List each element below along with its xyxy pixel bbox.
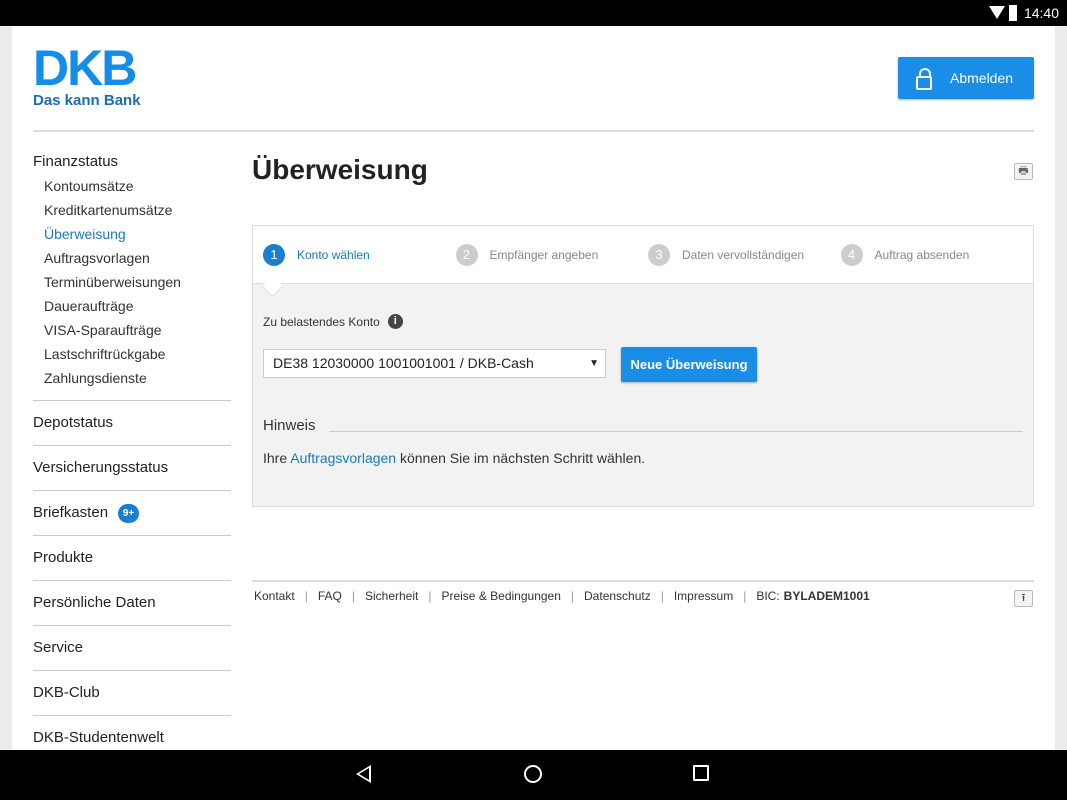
- sidebar-section-label: Service: [33, 639, 84, 656]
- sidebar-section-label: Briefkasten: [33, 504, 109, 521]
- status-bar: 14:40: [0, 0, 1067, 26]
- scroll-top-button[interactable]: ⭱: [1014, 590, 1033, 607]
- logo-text: DKB: [33, 40, 137, 96]
- dkb-logo[interactable]: DKB Das kann Bank: [33, 40, 141, 109]
- separator: |: [570, 589, 575, 603]
- separator: |: [351, 589, 355, 603]
- account-select[interactable]: DE38 12030000 1001001001 / DKB-Cash ▼: [263, 349, 606, 378]
- page-title: Überweisung: [252, 154, 428, 185]
- unlock-icon: [916, 68, 932, 90]
- new-transfer-button[interactable]: Neue Überweisung: [621, 347, 757, 382]
- footer-link[interactable]: Datenschutz: [584, 589, 651, 603]
- sidebar-subitem[interactable]: Auftragsvorlagen: [33, 246, 231, 270]
- stepper: 1 Konto wählen 2 Empfänger angeben 3 Daten ve…: [253, 226, 1033, 284]
- separator: |: [660, 589, 664, 603]
- bic-label: BIC:: [756, 589, 780, 603]
- sidebar-section[interactable]: Versicherungsstatus: [33, 445, 231, 490]
- footer-link[interactable]: Sicherheit: [365, 589, 418, 603]
- sidebar-section[interactable]: Persönliche Daten: [33, 580, 231, 625]
- footer-link[interactable]: Preise & Bedingungen: [441, 589, 560, 603]
- step-label: Konto wählen: [297, 247, 370, 262]
- sidebar-subitem[interactable]: Daueraufträge: [33, 294, 231, 318]
- step-label: Daten vervollständigen: [682, 247, 805, 262]
- sidebar-section-label: Persönliche Daten: [33, 594, 156, 611]
- clock: 14:40: [1023, 5, 1059, 21]
- account-label: Zu belastendes Konto: [263, 314, 380, 329]
- print-button[interactable]: 🖶: [1014, 163, 1033, 180]
- step-1[interactable]: 1 Konto wählen: [263, 243, 456, 266]
- transfer-panel: 1 Konto wählen 2 Empfänger angeben 3 Daten ve…: [252, 225, 1034, 507]
- sidebar-subitem[interactable]: VISA-Sparaufträge: [33, 318, 231, 342]
- separator: |: [428, 589, 432, 603]
- page: DKB Das kann Bank Abmelden Finanzstatus …: [12, 26, 1055, 750]
- sidebar-section[interactable]: Produkte: [33, 535, 231, 580]
- sidebar-section-label: Versicherungsstatus: [33, 459, 169, 476]
- separator: |: [304, 589, 308, 603]
- sidebar-section-label: Depotstatus: [33, 414, 114, 431]
- wifi-icon: [989, 6, 1005, 19]
- logout-label: Abmelden: [950, 70, 1014, 86]
- info-icon[interactable]: i: [387, 314, 403, 329]
- hint-text: Ihre Auftragsvorlagen können Sie im näch…: [263, 450, 645, 466]
- footer: Kontakt | FAQ | Sicherheit | Preise & Bedingun…: [254, 589, 870, 603]
- logo-tagline: Das kann Bank: [33, 92, 141, 109]
- recents-icon[interactable]: [693, 765, 709, 781]
- sidebar-subitem[interactable]: Lastschriftrückgabe: [33, 342, 231, 366]
- sidebar-subitem[interactable]: Zahlungsdienste: [33, 366, 231, 390]
- sidebar: Finanzstatus Kontoumsätze Kreditkartenums…: [33, 153, 231, 760]
- divider: [33, 130, 1034, 132]
- battery-icon: [1009, 5, 1017, 21]
- unread-badge: 9+: [118, 503, 140, 523]
- step-4: 4 Auftrag absenden: [840, 243, 1034, 266]
- logout-button[interactable]: Abmelden: [898, 57, 1034, 99]
- sidebar-subitem[interactable]: Überweisung: [33, 222, 231, 246]
- divider: [329, 431, 1023, 432]
- home-icon[interactable]: [524, 765, 542, 783]
- dropdown-arrow-icon: ▼: [589, 358, 599, 369]
- sidebar-subitem[interactable]: Kontoumsätze: [33, 174, 231, 198]
- hint-pre: Ihre: [263, 450, 291, 466]
- hint-post: können Sie im nächsten Schritt wählen.: [396, 450, 646, 466]
- step-label: Auftrag absenden: [874, 247, 970, 262]
- divider: [252, 580, 1034, 582]
- step-3: 3 Daten vervollständigen: [648, 243, 841, 266]
- separator: |: [743, 589, 747, 603]
- sidebar-section[interactable]: Service: [33, 625, 231, 670]
- sidebar-section[interactable]: Depotstatus: [33, 400, 231, 445]
- footer-link[interactable]: FAQ: [318, 589, 342, 603]
- footer-link[interactable]: Kontakt: [254, 589, 295, 603]
- sidebar-item-finanzstatus[interactable]: Finanzstatus: [33, 153, 231, 174]
- templates-link[interactable]: Auftragsvorlagen: [290, 450, 396, 466]
- step-number: 3: [648, 243, 670, 266]
- bic-value: BYLADEM1001: [783, 589, 870, 603]
- account-label-row: Zu belastendes Konto i: [263, 314, 403, 329]
- sidebar-section-label: DKB-Club: [33, 684, 100, 701]
- step-number: 1: [263, 243, 285, 266]
- sidebar-section-label: Produkte: [33, 549, 94, 566]
- account-select-value: DE38 12030000 1001001001 / DKB-Cash: [273, 355, 534, 371]
- sidebar-subitem[interactable]: Terminüberweisungen: [33, 270, 231, 294]
- step-number: 4: [840, 243, 863, 266]
- android-nav-bar: [0, 750, 1067, 800]
- footer-link[interactable]: Impressum: [674, 589, 733, 603]
- step-2: 2 Empfänger angeben: [455, 243, 649, 266]
- printer-icon: 🖶: [1018, 165, 1029, 177]
- step-label: Empfänger angeben: [489, 247, 599, 262]
- hint-title: Hinweis: [263, 417, 316, 434]
- sidebar-section[interactable]: DKB-Club: [33, 670, 231, 715]
- sidebar-subitem[interactable]: Kreditkartenumsätze: [33, 198, 231, 222]
- sidebar-section[interactable]: Briefkasten 9+: [33, 490, 231, 535]
- upload-arrow-icon: ⭱: [1021, 592, 1026, 604]
- back-icon[interactable]: [356, 765, 371, 783]
- step-number: 2: [455, 243, 478, 266]
